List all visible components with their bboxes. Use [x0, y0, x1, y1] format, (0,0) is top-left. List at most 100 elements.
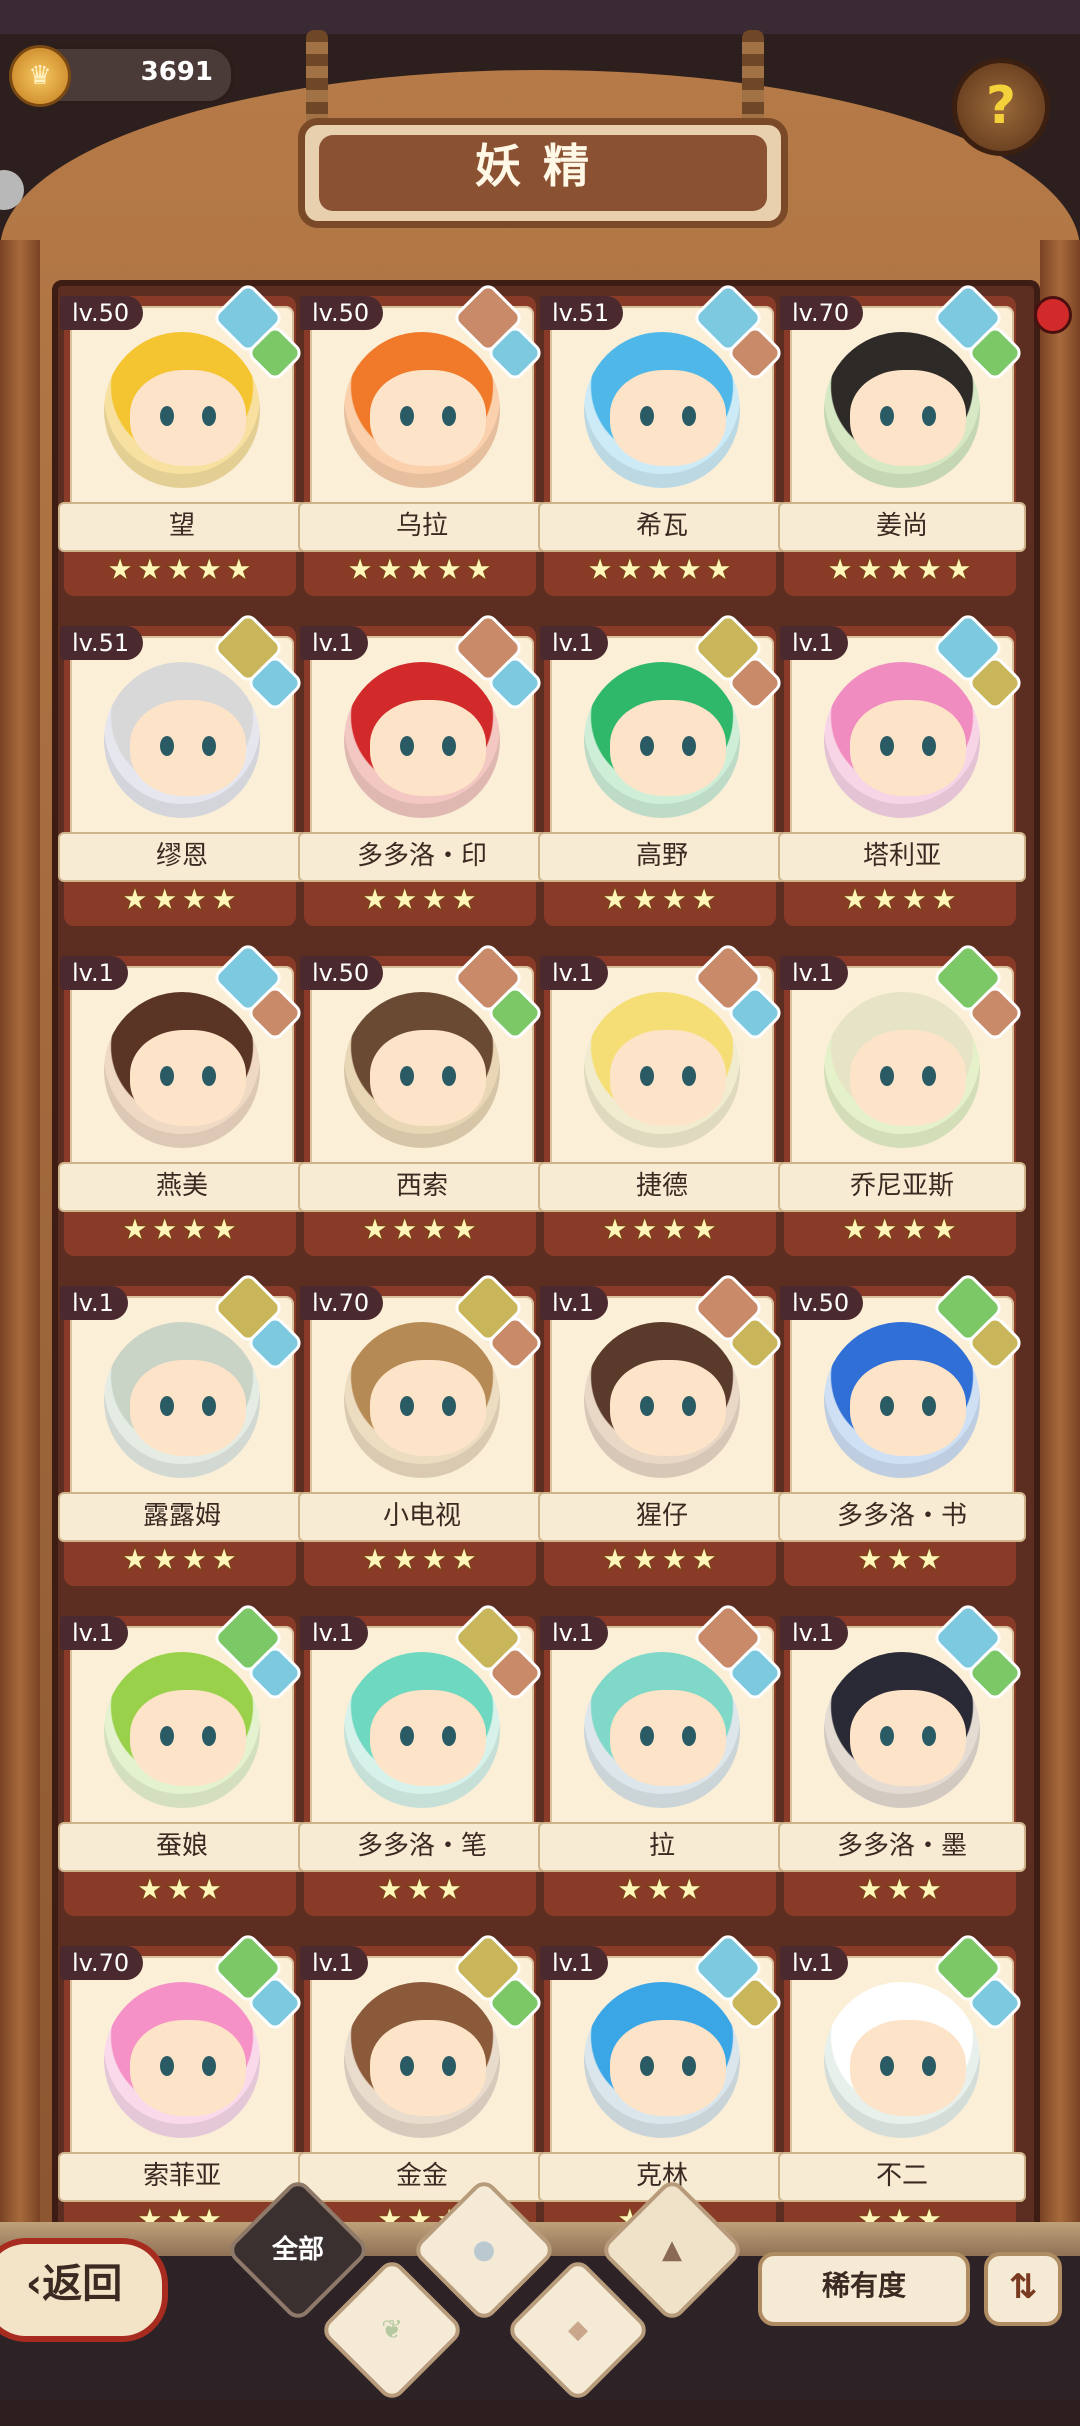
eye — [442, 1396, 456, 1416]
spirit-card[interactable]: lv.50 多多洛・书 ★★★ — [778, 1271, 1026, 1588]
spirit-card[interactable]: lv.51 缪恩 ★★★★ — [58, 611, 306, 928]
spirit-card[interactable]: lv.1 蚕娘 ★★★ — [58, 1601, 306, 1918]
star-rating: ★★★★★ — [585, 550, 735, 589]
eye — [160, 406, 174, 426]
eye — [442, 2056, 456, 2076]
eye — [640, 1396, 654, 1416]
eye — [400, 736, 414, 756]
spirit-face — [610, 370, 726, 466]
spirit-card[interactable]: lv.1 高野 ★★★★ — [538, 611, 786, 928]
eye — [880, 2056, 894, 2076]
level-label: lv.1 — [540, 1286, 608, 1320]
eye — [922, 736, 936, 756]
star-rating: ★★★ — [375, 1870, 465, 1909]
level-label: lv.1 — [300, 1946, 368, 1980]
spirit-name: 露露姆 — [58, 1492, 306, 1542]
page-title: 妖精 — [319, 135, 767, 211]
spirit-card[interactable]: lv.50 乌拉 ★★★★★ — [298, 281, 546, 598]
spirit-card[interactable]: lv.1 多多洛・印 ★★★★ — [298, 611, 546, 928]
level-label: lv.1 — [60, 1286, 128, 1320]
help-button[interactable]: ? — [952, 58, 1050, 156]
spirit-face — [610, 700, 726, 796]
spirit-card[interactable]: lv.1 多多洛・墨 ★★★ — [778, 1601, 1026, 1918]
spirit-card[interactable]: lv.1 猩仔 ★★★★ — [538, 1271, 786, 1588]
star-rating: ★★★★ — [600, 1210, 720, 1249]
spirit-face — [850, 2020, 966, 2116]
spirit-card[interactable]: lv.50 望 ★★★★★ — [58, 281, 306, 598]
spirit-name: 蚕娘 — [58, 1822, 306, 1872]
eye — [400, 406, 414, 426]
eye — [160, 1726, 174, 1746]
spirit-card[interactable]: lv.70 姜尚 ★★★★★ — [778, 281, 1026, 598]
spirit-name: 希瓦 — [538, 502, 786, 552]
spirit-face — [610, 1030, 726, 1126]
spirit-card[interactable]: lv.1 捷德 ★★★★ — [538, 941, 786, 1258]
star-rating: ★★★★ — [360, 1210, 480, 1249]
spirit-card[interactable]: lv.1 露露姆 ★★★★ — [58, 1271, 306, 1588]
spirit-card[interactable]: lv.1 乔尼亚斯 ★★★★ — [778, 941, 1026, 1258]
star-rating: ★★★★★ — [345, 550, 495, 589]
spirit-face — [130, 700, 246, 796]
spirit-name: 猩仔 — [538, 1492, 786, 1542]
spirit-card[interactable]: lv.1 拉 ★★★ — [538, 1601, 786, 1918]
spirit-card[interactable]: lv.1 塔利亚 ★★★★ — [778, 611, 1026, 928]
spirit-face — [610, 1690, 726, 1786]
eye — [682, 736, 696, 756]
star-rating: ★★★ — [135, 1870, 225, 1909]
spirit-card[interactable]: lv.70 小电视 ★★★★ — [298, 1271, 546, 1588]
spirit-name: 姜尚 — [778, 502, 1026, 552]
spirit-name: 望 — [58, 502, 306, 552]
eye — [682, 1066, 696, 1086]
spirit-face — [850, 370, 966, 466]
star-rating: ★★★★ — [840, 880, 960, 919]
spirit-name: 乌拉 — [298, 502, 546, 552]
spirit-name: 塔利亚 — [778, 832, 1026, 882]
spirit-name: 索菲亚 — [58, 2152, 306, 2202]
spirit-card[interactable]: lv.1 不二 ★★★ — [778, 1931, 1026, 2248]
eye — [160, 736, 174, 756]
coin-counter: ♛ 3691 — [9, 45, 234, 107]
spirit-name: 缪恩 — [58, 832, 306, 882]
eye — [160, 2056, 174, 2076]
level-label: lv.1 — [540, 1616, 608, 1650]
eye — [880, 1726, 894, 1746]
level-label: lv.51 — [540, 296, 624, 330]
spirit-name: 小电视 — [298, 1492, 546, 1542]
sort-icon: ⇅ — [1008, 2267, 1038, 2307]
spirit-face — [130, 370, 246, 466]
spirit-card[interactable]: lv.1 多多洛・笔 ★★★ — [298, 1601, 546, 1918]
mountain-icon: ▲ — [662, 2235, 682, 2265]
water-drop-icon: ● — [472, 2235, 496, 2265]
eye — [880, 406, 894, 426]
spirit-face — [130, 1360, 246, 1456]
spirit-name: 高野 — [538, 832, 786, 882]
rarity-sort-button[interactable]: 稀有度 — [758, 2252, 970, 2326]
spirit-face — [130, 1030, 246, 1126]
spirit-face — [130, 2020, 246, 2116]
eye — [922, 1066, 936, 1086]
spirit-card[interactable]: lv.51 希瓦 ★★★★★ — [538, 281, 786, 598]
filter-all-label: 全部 — [271, 2235, 324, 2265]
spirit-face — [370, 1030, 486, 1126]
level-label: lv.1 — [540, 1946, 608, 1980]
spirit-name: 乔尼亚斯 — [778, 1162, 1026, 1212]
spirit-card[interactable]: lv.50 西索 ★★★★ — [298, 941, 546, 1258]
eye — [160, 1396, 174, 1416]
back-button[interactable]: ‹返回 — [0, 2238, 168, 2342]
eye — [640, 1726, 654, 1746]
level-label: lv.50 — [300, 296, 384, 330]
level-label: lv.1 — [780, 1616, 848, 1650]
level-label: lv.70 — [60, 1946, 144, 1980]
spirit-face — [370, 2020, 486, 2116]
spirit-card[interactable]: lv.1 燕美 ★★★★ — [58, 941, 306, 1258]
sort-order-button[interactable]: ⇅ — [984, 2252, 1062, 2326]
spirit-face — [610, 1360, 726, 1456]
level-label: lv.50 — [780, 1286, 864, 1320]
spirit-face — [370, 700, 486, 796]
eye — [640, 406, 654, 426]
level-label: lv.70 — [300, 1286, 384, 1320]
spirit-name: 燕美 — [58, 1162, 306, 1212]
ladybug-icon — [1034, 296, 1072, 334]
eye — [202, 406, 216, 426]
spirit-face — [370, 1690, 486, 1786]
